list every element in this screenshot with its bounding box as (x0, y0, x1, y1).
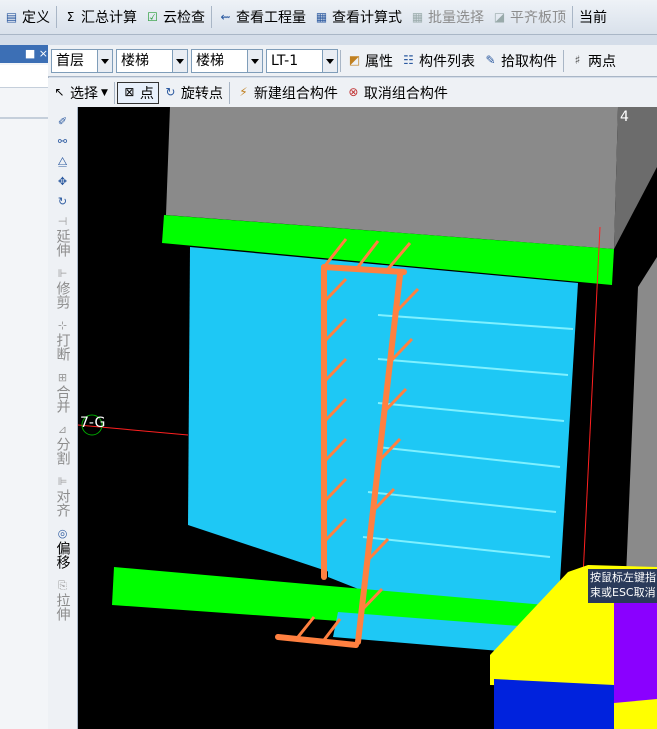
view-quantity-button[interactable]: ⇜ 查看工程量 (214, 4, 310, 30)
current-button[interactable]: 当前 (575, 4, 611, 30)
toolbar-separator (340, 49, 341, 72)
grid-coordinate-label: 7-G (80, 415, 106, 431)
copy-icon: ⚯ (57, 135, 68, 148)
rotate-tool[interactable]: ↻ (48, 195, 77, 209)
gray-wall-side (614, 107, 657, 249)
rotate-point-icon: ↻ (165, 85, 176, 99)
panel-row[interactable] (0, 65, 48, 88)
pin-close-icon[interactable]: ■ × (25, 47, 48, 60)
point-icon: ⊠ (124, 85, 135, 99)
toolbar-separator (56, 6, 57, 28)
point-button[interactable]: ⊠ 点 (116, 81, 159, 104)
component-toolbar: 首层 楼梯 楼梯 LT-1 ◩ 属性 ☷ 构件列表 ✎ 拾取构件 ♯ 两点 (48, 45, 657, 77)
stretch-tool[interactable]: ⎘ 拉伸 (48, 579, 77, 625)
yellow-block-bottom (614, 699, 657, 729)
toolbar-separator (211, 6, 212, 28)
define-icon: ▤ (5, 9, 18, 24)
main-toolbar: ▤ 定义 Σ 汇总计算 ☑ 云检查 ⇜ 查看工程量 ▦ 查看计算式 ▦ 批量选择 ◪ 平齐板顶… (0, 0, 657, 35)
chevron-down-icon (172, 49, 187, 72)
offset-tool[interactable]: ◎ 偏移 (48, 527, 77, 573)
toolbar-separator (113, 81, 115, 104)
cursor-icon: ↖ (54, 85, 65, 99)
drawing-viewport[interactable]: 4 7-G 按鼠标左键指 束或ESC取消 (78, 107, 657, 729)
3d-model-canvas (78, 107, 657, 729)
view-formula-icon: ▦ (315, 9, 328, 24)
toolbar-separator (572, 6, 573, 28)
two-point-icon: ♯ (574, 53, 581, 67)
draw-toolbar: ↖ 选择 ▼ ⊠ 点 ↻ 旋转点 ⚡ 新建组合构件 ⊗ 取消组合构件 (48, 78, 657, 108)
chevron-down-icon (322, 49, 337, 72)
batch-select-icon: ▦ (411, 9, 424, 24)
pick-icon: ✎ (485, 53, 496, 67)
toolbar-separator (228, 81, 230, 104)
rotate-icon: ↻ (57, 195, 68, 208)
move-tool[interactable]: ✥ (48, 175, 77, 189)
chevron-down-icon (247, 49, 262, 72)
properties-icon: ◩ (348, 53, 361, 67)
mirror-tool[interactable]: ⧋ (48, 155, 77, 169)
cancel-group-component-button[interactable]: ⊗ 取消组合构件 (342, 80, 452, 106)
split-icon: ⊿ (57, 423, 68, 436)
floor-select[interactable]: 首层 (51, 48, 113, 73)
type-select[interactable]: 楼梯 (191, 48, 263, 73)
merge-tool[interactable]: ⊞ 合并 (48, 371, 77, 417)
break-tool[interactable]: ⊹ 打断 (48, 319, 77, 365)
chevron-down-icon: ▼ (101, 87, 108, 98)
brush-tool[interactable]: ✐ (48, 115, 77, 129)
chevron-down-icon (97, 49, 112, 72)
cloud-check-button[interactable]: ☑ 云检查 (141, 4, 209, 30)
align-slab-icon: ◪ (493, 9, 506, 24)
rotate-point-button[interactable]: ↻ 旋转点 (159, 80, 227, 106)
view-formula-button[interactable]: ▦ 查看计算式 (310, 4, 406, 30)
panel-divider (0, 117, 48, 119)
edit-toolbar: ✐ ⚯ ⧋ ✥ ↻ ⊣ 延伸 ⊩ 修剪 ⊹ 打断 ⊞ 合并 ⊿ 分割 ⊫ 对齐 ◎ 偏移 ⎘ 拉… (48, 107, 78, 729)
copy-tool[interactable]: ⚯ (48, 135, 77, 149)
category-select[interactable]: 楼梯 (116, 48, 188, 73)
trim-icon: ⊩ (57, 267, 68, 280)
mirror-icon: ⧋ (57, 155, 68, 168)
split-tool[interactable]: ⊿ 分割 (48, 423, 77, 469)
extend-icon: ⊣ (57, 215, 68, 228)
pick-component-button[interactable]: ✎ 拾取构件 (479, 48, 561, 74)
move-icon: ✥ (57, 175, 68, 188)
stretch-icon: ⎘ (58, 579, 67, 592)
summary-calc-button[interactable]: Σ 汇总计算 (59, 4, 141, 30)
cloud-check-icon: ☑ (147, 9, 158, 24)
align-icon: ⊫ (57, 475, 68, 488)
trim-tool[interactable]: ⊩ 修剪 (48, 267, 77, 313)
component-list-button[interactable]: ☷ 构件列表 (397, 48, 479, 74)
define-button[interactable]: ▤ 定义 (0, 4, 54, 30)
toolbar-separator (563, 49, 564, 72)
offset-icon: ◎ (57, 527, 68, 540)
extend-tool[interactable]: ⊣ 延伸 (48, 215, 77, 261)
sigma-icon: Σ (66, 9, 75, 24)
panel-header: ■ × (0, 45, 48, 63)
left-panel: ■ × (0, 45, 49, 729)
blue-block (494, 679, 614, 729)
align-slab-top-button[interactable]: ◪ 平齐板顶 (488, 4, 570, 30)
component-name-select[interactable]: LT-1 (266, 48, 338, 73)
new-group-component-button[interactable]: ⚡ 新建组合构件 (232, 80, 342, 106)
cancel-group-icon: ⊗ (348, 85, 359, 99)
align-tool[interactable]: ⊫ 对齐 (48, 475, 77, 521)
brush-icon: ✐ (57, 115, 68, 128)
cursor-tooltip: 按鼠标左键指 束或ESC取消 (588, 569, 657, 603)
axis-number: 4 (620, 109, 629, 125)
view-quantity-icon: ⇜ (220, 9, 231, 24)
gray-column (626, 257, 657, 577)
two-point-button[interactable]: ♯ 两点 (566, 48, 620, 74)
properties-button[interactable]: ◩ 属性 (343, 48, 397, 74)
purple-block (614, 587, 657, 705)
break-icon: ⊹ (57, 319, 68, 332)
batch-select-button[interactable]: ▦ 批量选择 (406, 4, 488, 30)
select-button[interactable]: ↖ 选择 ▼ (48, 80, 112, 106)
merge-icon: ⊞ (57, 371, 68, 384)
component-list-icon: ☷ (403, 53, 414, 67)
new-group-icon: ⚡ (239, 85, 248, 99)
